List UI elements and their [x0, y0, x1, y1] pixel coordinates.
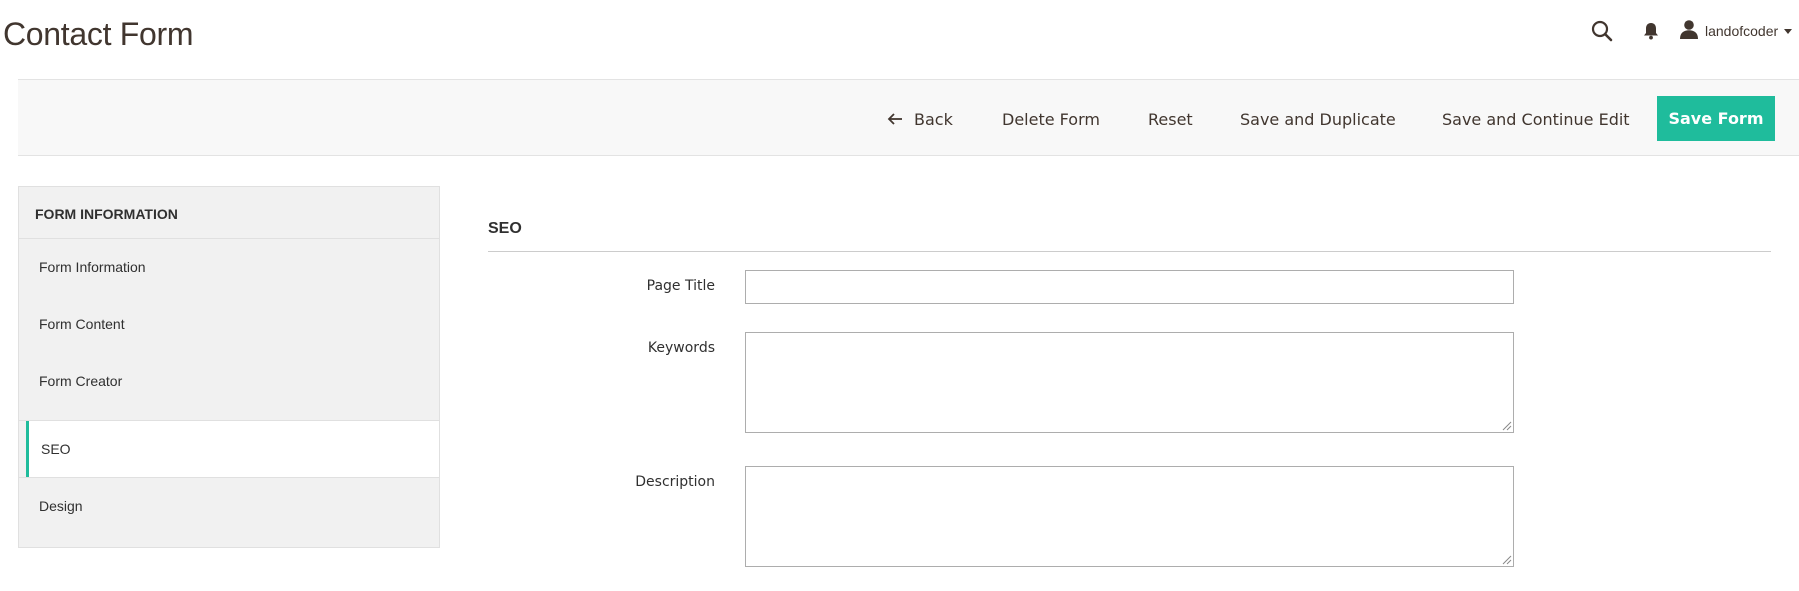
save-form-button[interactable]: Save Form: [1657, 96, 1775, 141]
sidebar-item-seo[interactable]: SEO: [26, 421, 439, 477]
back-button[interactable]: Back: [887, 99, 953, 139]
save-and-duplicate-button[interactable]: Save and Duplicate: [1240, 99, 1396, 139]
resize-grip-icon[interactable]: [1502, 555, 1512, 565]
page-title-label: Page Title: [646, 278, 715, 294]
keywords-label: Keywords: [647, 340, 715, 356]
user-menu[interactable]: landofcoder: [1679, 14, 1793, 48]
back-label: Back: [914, 109, 953, 129]
arrow-left-icon: [887, 113, 902, 125]
action-toolbar: Back Delete Form Reset Save and Duplicat…: [18, 79, 1799, 156]
description-label: Description: [635, 474, 715, 490]
sidebar-item-form-content[interactable]: Form Content: [19, 296, 439, 353]
form-tabs-sidebar: FORM INFORMATION Form Information Form C…: [18, 186, 440, 548]
page-title: Contact Form: [3, 16, 194, 52]
user-icon: [1679, 19, 1699, 44]
save-and-continue-edit-button[interactable]: Save and Continue Edit: [1442, 99, 1630, 139]
sidebar-item-design[interactable]: Design: [19, 478, 439, 535]
bell-icon[interactable]: [1634, 14, 1668, 48]
sidebar-title: FORM INFORMATION: [19, 187, 439, 239]
sidebar-item-form-creator[interactable]: Form Creator: [19, 353, 439, 410]
search-icon[interactable]: [1585, 14, 1619, 48]
keywords-textarea[interactable]: [745, 332, 1514, 433]
description-textarea[interactable]: [745, 466, 1514, 567]
reset-button[interactable]: Reset: [1148, 99, 1193, 139]
sidebar-item-form-information[interactable]: Form Information: [19, 239, 439, 296]
resize-grip-icon[interactable]: [1502, 421, 1512, 431]
page-title-input[interactable]: [745, 270, 1514, 304]
section-title: SEO: [488, 220, 522, 237]
user-name: landofcoder: [1705, 23, 1779, 39]
caret-down-icon: [1784, 28, 1793, 34]
section-divider: [488, 251, 1771, 252]
delete-form-button[interactable]: Delete Form: [1002, 99, 1100, 139]
